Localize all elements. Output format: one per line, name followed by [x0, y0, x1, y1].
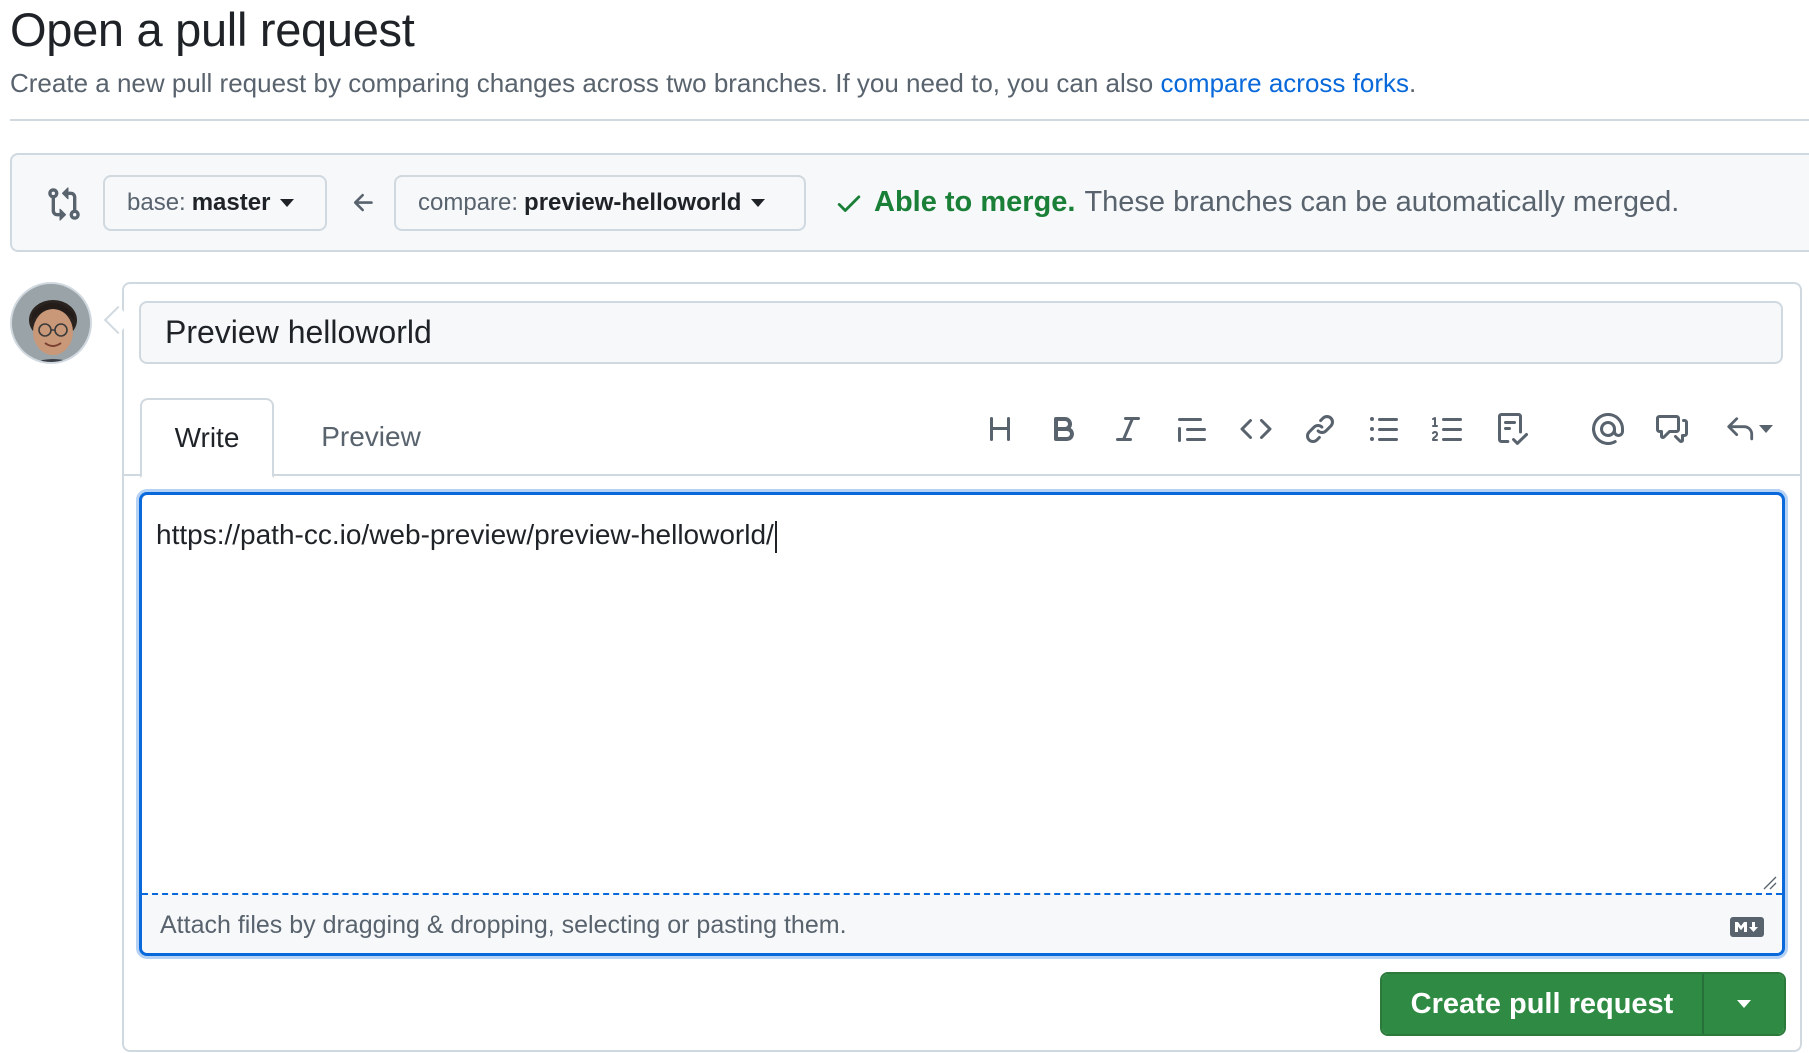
base-branch-name: master — [191, 189, 271, 216]
create-options-dropdown[interactable] — [1704, 974, 1784, 1034]
page-title: Open a pull request — [10, 3, 415, 56]
text-cursor — [774, 520, 777, 553]
chevron-down-icon — [1759, 425, 1773, 433]
tab-write[interactable]: Write — [140, 398, 274, 478]
create-pull-request-group: Create pull request — [1380, 972, 1786, 1036]
comment-body-text: https://path-cc.io/web-preview/preview-h… — [156, 519, 774, 550]
chevron-down-icon — [1737, 1000, 1751, 1008]
create-pull-request-button[interactable]: Create pull request — [1382, 974, 1704, 1034]
branch-range-bar: base: master compare: preview-helloworld… — [10, 153, 1809, 252]
comment-body-field[interactable]: https://path-cc.io/web-preview/preview-h… — [139, 492, 1785, 956]
compare-branch-select[interactable]: compare: preview-helloworld — [394, 175, 806, 231]
title-divider — [10, 119, 1809, 121]
check-icon — [837, 195, 861, 212]
quote-icon[interactable] — [1171, 408, 1213, 450]
link-icon[interactable] — [1299, 408, 1341, 450]
compare-prefix: compare: — [418, 189, 519, 216]
chevron-down-icon — [280, 199, 295, 207]
mention-icon[interactable] — [1587, 408, 1629, 450]
user-avatar-image — [12, 284, 90, 362]
attach-hint: Attach files by dragging & dropping, sel… — [160, 910, 847, 939]
arrow-left-icon — [353, 193, 373, 212]
merge-status: Able to merge. These branches can be aut… — [834, 186, 1679, 219]
resize-handle-icon[interactable] — [1762, 875, 1778, 891]
chevron-down-icon — [751, 199, 766, 207]
compare-across-forks-link[interactable]: compare across forks — [1160, 68, 1409, 98]
italic-icon[interactable] — [1107, 408, 1149, 450]
avatar[interactable] — [10, 282, 92, 364]
subtitle-period: . — [1408, 68, 1417, 98]
unordered-list-icon[interactable] — [1363, 408, 1405, 450]
compare-branch-name: preview-helloworld — [524, 189, 742, 216]
task-list-icon[interactable] — [1491, 408, 1533, 450]
code-icon[interactable] — [1235, 408, 1277, 450]
git-compare-icon — [48, 187, 80, 221]
file-attachment-bar[interactable]: Attach files by dragging & dropping, sel… — [142, 893, 1782, 953]
base-branch-select[interactable]: base: master — [103, 175, 327, 231]
reference-icon[interactable] — [1651, 408, 1693, 450]
title-input[interactable]: Preview helloworld — [139, 301, 1783, 364]
page-subtitle: Create a new pull request by comparing c… — [10, 68, 1416, 99]
merge-ok-text: Able to merge. — [874, 186, 1076, 218]
heading-icon[interactable] — [979, 408, 1021, 450]
saved-replies-icon[interactable] — [1720, 408, 1778, 450]
subtitle-text: Create a new pull request by comparing c… — [10, 68, 1154, 98]
editor-tabs: Write Preview — [124, 398, 1800, 478]
tab-preview[interactable]: Preview — [290, 398, 452, 476]
comment-body-input[interactable]: https://path-cc.io/web-preview/preview-h… — [142, 495, 1782, 893]
base-prefix: base: — [127, 189, 186, 216]
ordered-list-icon[interactable] — [1427, 408, 1469, 450]
markdown-icon[interactable] — [1730, 917, 1764, 937]
merge-message: These branches can be automatically merg… — [1084, 186, 1680, 218]
bold-icon[interactable] — [1043, 408, 1085, 450]
